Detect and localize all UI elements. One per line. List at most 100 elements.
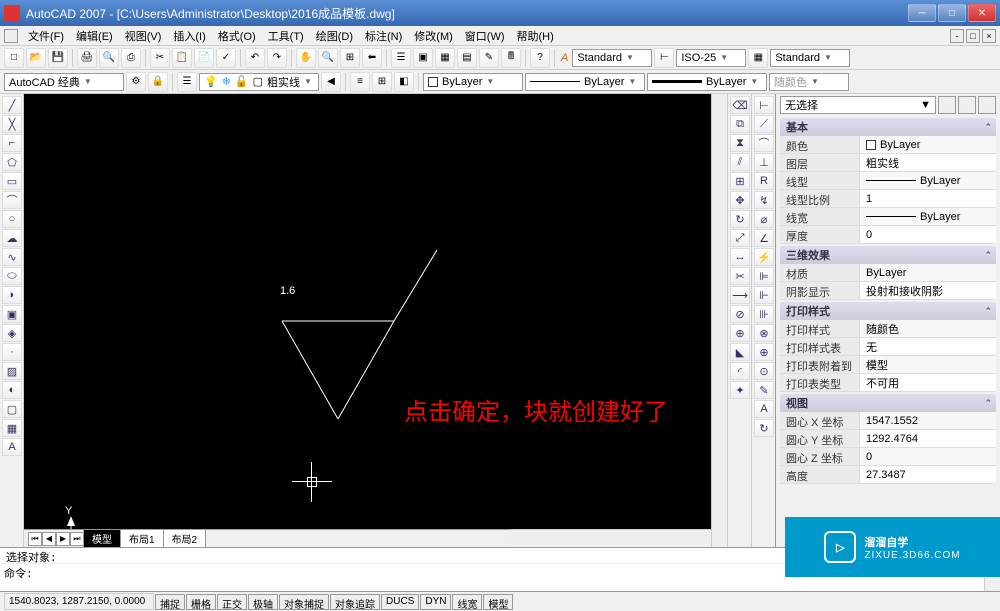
property-value[interactable]: 0 xyxy=(860,448,996,465)
dim-edit-tool[interactable]: ✎ xyxy=(754,381,774,399)
center-mark-tool[interactable]: ⊙ xyxy=(754,362,774,380)
select-button[interactable] xyxy=(958,96,976,114)
property-row[interactable]: 线型ByLayer xyxy=(780,172,996,190)
dim-diameter-tool[interactable]: ⌀ xyxy=(754,210,774,228)
paste-button[interactable]: 📄 xyxy=(194,48,214,68)
markup-button[interactable]: ✎ xyxy=(479,48,499,68)
workspace-settings-button[interactable]: ⚙ xyxy=(126,72,146,92)
toolpalette-button[interactable]: ▦ xyxy=(435,48,455,68)
layout-tab[interactable]: 布局1 xyxy=(120,529,164,548)
layer-prev-button[interactable]: ◀ xyxy=(321,72,341,92)
dim-jogged-tool[interactable]: ↯ xyxy=(754,191,774,209)
tab-first-button[interactable]: ⏮ xyxy=(28,532,42,546)
ellipsearc-tool[interactable]: ◗ xyxy=(2,286,22,304)
status-toggle[interactable]: DUCS xyxy=(381,594,419,610)
coordinate-display[interactable]: 1540.8023, 1287.2150, 0.0000 xyxy=(4,593,154,610)
break-tool[interactable]: ⊘ xyxy=(730,305,750,323)
property-value[interactable]: ByLayer xyxy=(860,172,996,189)
layout-tab[interactable]: 模型 xyxy=(83,529,121,548)
linetype-dropdown[interactable]: ByLayer▼ xyxy=(525,73,645,91)
table-tool[interactable]: ▦ xyxy=(2,419,22,437)
dim-radius-tool[interactable]: R xyxy=(754,172,774,190)
menu-item[interactable]: 绘图(D) xyxy=(310,29,359,45)
property-row[interactable]: 颜色ByLayer xyxy=(780,136,996,154)
match-button[interactable]: ✓ xyxy=(216,48,236,68)
dim-baseline-tool[interactable]: ⊫ xyxy=(754,267,774,285)
stretch-tool[interactable]: ↔ xyxy=(730,248,750,266)
menu-item[interactable]: 视图(V) xyxy=(119,29,168,45)
layer-dropdown[interactable]: 💡❄🔓▢ 粗实线▼ xyxy=(199,73,319,91)
doc-close-button[interactable]: × xyxy=(982,29,996,43)
property-row[interactable]: 线型比例1 xyxy=(780,190,996,208)
chamfer-tool[interactable]: ◣ xyxy=(730,343,750,361)
dim-space-tool[interactable]: ⊪ xyxy=(754,305,774,323)
ellipse-tool[interactable]: ⬭ xyxy=(2,267,22,285)
mtext-tool[interactable]: A xyxy=(2,438,22,456)
extend-tool[interactable]: ⟶ xyxy=(730,286,750,304)
workspace-dropdown[interactable]: AutoCAD 经典▼ xyxy=(4,73,124,91)
property-row[interactable]: 打印样式随颜色 xyxy=(780,320,996,338)
property-row[interactable]: 圆心 Y 坐标1292.4764 xyxy=(780,430,996,448)
copy-tool[interactable]: ⧉ xyxy=(730,115,750,133)
menu-item[interactable]: 帮助(H) xyxy=(511,29,560,45)
property-row[interactable]: 打印样式表无 xyxy=(780,338,996,356)
canvas-hscroll[interactable] xyxy=(511,529,711,545)
property-row[interactable]: 圆心 X 坐标1547.1552 xyxy=(780,412,996,430)
mirror-tool[interactable]: ⧗ xyxy=(730,134,750,152)
menu-item[interactable]: 插入(I) xyxy=(167,29,211,45)
point-tool[interactable]: · xyxy=(2,343,22,361)
menu-item[interactable]: 格式(O) xyxy=(212,29,262,45)
status-toggle[interactable]: 模型 xyxy=(483,594,513,610)
property-row[interactable]: 圆心 Z 坐标0 xyxy=(780,448,996,466)
polygon-tool[interactable]: ⬠ xyxy=(2,153,22,171)
join-tool[interactable]: ⊕ xyxy=(730,324,750,342)
status-toggle[interactable]: 正交 xyxy=(217,594,247,610)
doc-restore-button[interactable]: □ xyxy=(966,29,980,43)
property-value[interactable]: 1292.4764 xyxy=(860,430,996,447)
property-row[interactable]: 厚度0 xyxy=(780,226,996,244)
dim-aligned-tool[interactable]: ⟋ xyxy=(754,115,774,133)
help-button[interactable]: ? xyxy=(530,48,550,68)
status-toggle[interactable]: 栅格 xyxy=(186,594,216,610)
dim-linear-tool[interactable]: ⊢ xyxy=(754,96,774,114)
sheetset-button[interactable]: ▤ xyxy=(457,48,477,68)
property-row[interactable]: 高度27.3487 xyxy=(780,466,996,484)
undo-button[interactable]: ↶ xyxy=(245,48,265,68)
plotstyle-dropdown[interactable]: 随颜色▼ xyxy=(769,73,849,91)
property-value[interactable]: 粗实线 xyxy=(860,154,996,171)
property-row[interactable]: 打印表附着到模型 xyxy=(780,356,996,374)
tab-next-button[interactable]: ▶ xyxy=(56,532,70,546)
dim-update-tool[interactable]: ↻ xyxy=(754,419,774,437)
trim-tool[interactable]: ✂ xyxy=(730,267,750,285)
tablestyle-dropdown[interactable]: Standard▼ xyxy=(770,49,850,67)
canvas-vscroll[interactable] xyxy=(711,94,727,547)
hatch-tool[interactable]: ▨ xyxy=(2,362,22,380)
menu-item[interactable]: 工具(T) xyxy=(262,29,310,45)
designcenter-button[interactable]: ▣ xyxy=(413,48,433,68)
property-value[interactable]: 27.3487 xyxy=(860,466,996,483)
erase-tool[interactable]: ⌫ xyxy=(730,96,750,114)
property-group-header[interactable]: 三维效果⌃ xyxy=(780,246,996,264)
status-toggle[interactable]: 捕捉 xyxy=(155,594,185,610)
copy-button[interactable]: 📋 xyxy=(172,48,192,68)
menu-item[interactable]: 标注(N) xyxy=(359,29,408,45)
property-group-header[interactable]: 基本⌃ xyxy=(780,118,996,136)
make-block-tool[interactable]: ◈ xyxy=(2,324,22,342)
property-value[interactable]: 不可用 xyxy=(860,374,996,391)
workspace-lock-button[interactable]: 🔒 xyxy=(148,72,168,92)
property-value[interactable]: 投射和接收阴影 xyxy=(860,282,996,299)
fillet-tool[interactable]: ◜ xyxy=(730,362,750,380)
layer-tools-button[interactable]: ⊞ xyxy=(372,72,392,92)
property-row[interactable]: 打印表类型不可用 xyxy=(780,374,996,392)
open-button[interactable]: 📂 xyxy=(26,48,46,68)
scale-tool[interactable]: ⤢ xyxy=(730,229,750,247)
pickadd-button[interactable] xyxy=(978,96,996,114)
layer-states-button[interactable]: ≡ xyxy=(350,72,370,92)
pan-button[interactable]: ✋ xyxy=(296,48,316,68)
zoom-window-button[interactable]: ⊞ xyxy=(340,48,360,68)
property-group-header[interactable]: 打印样式⌃ xyxy=(780,302,996,320)
property-value[interactable]: 0 xyxy=(860,226,996,243)
save-button[interactable]: 💾 xyxy=(48,48,68,68)
maximize-button[interactable]: □ xyxy=(938,4,966,22)
property-group-header[interactable]: 视图⌃ xyxy=(780,394,996,412)
